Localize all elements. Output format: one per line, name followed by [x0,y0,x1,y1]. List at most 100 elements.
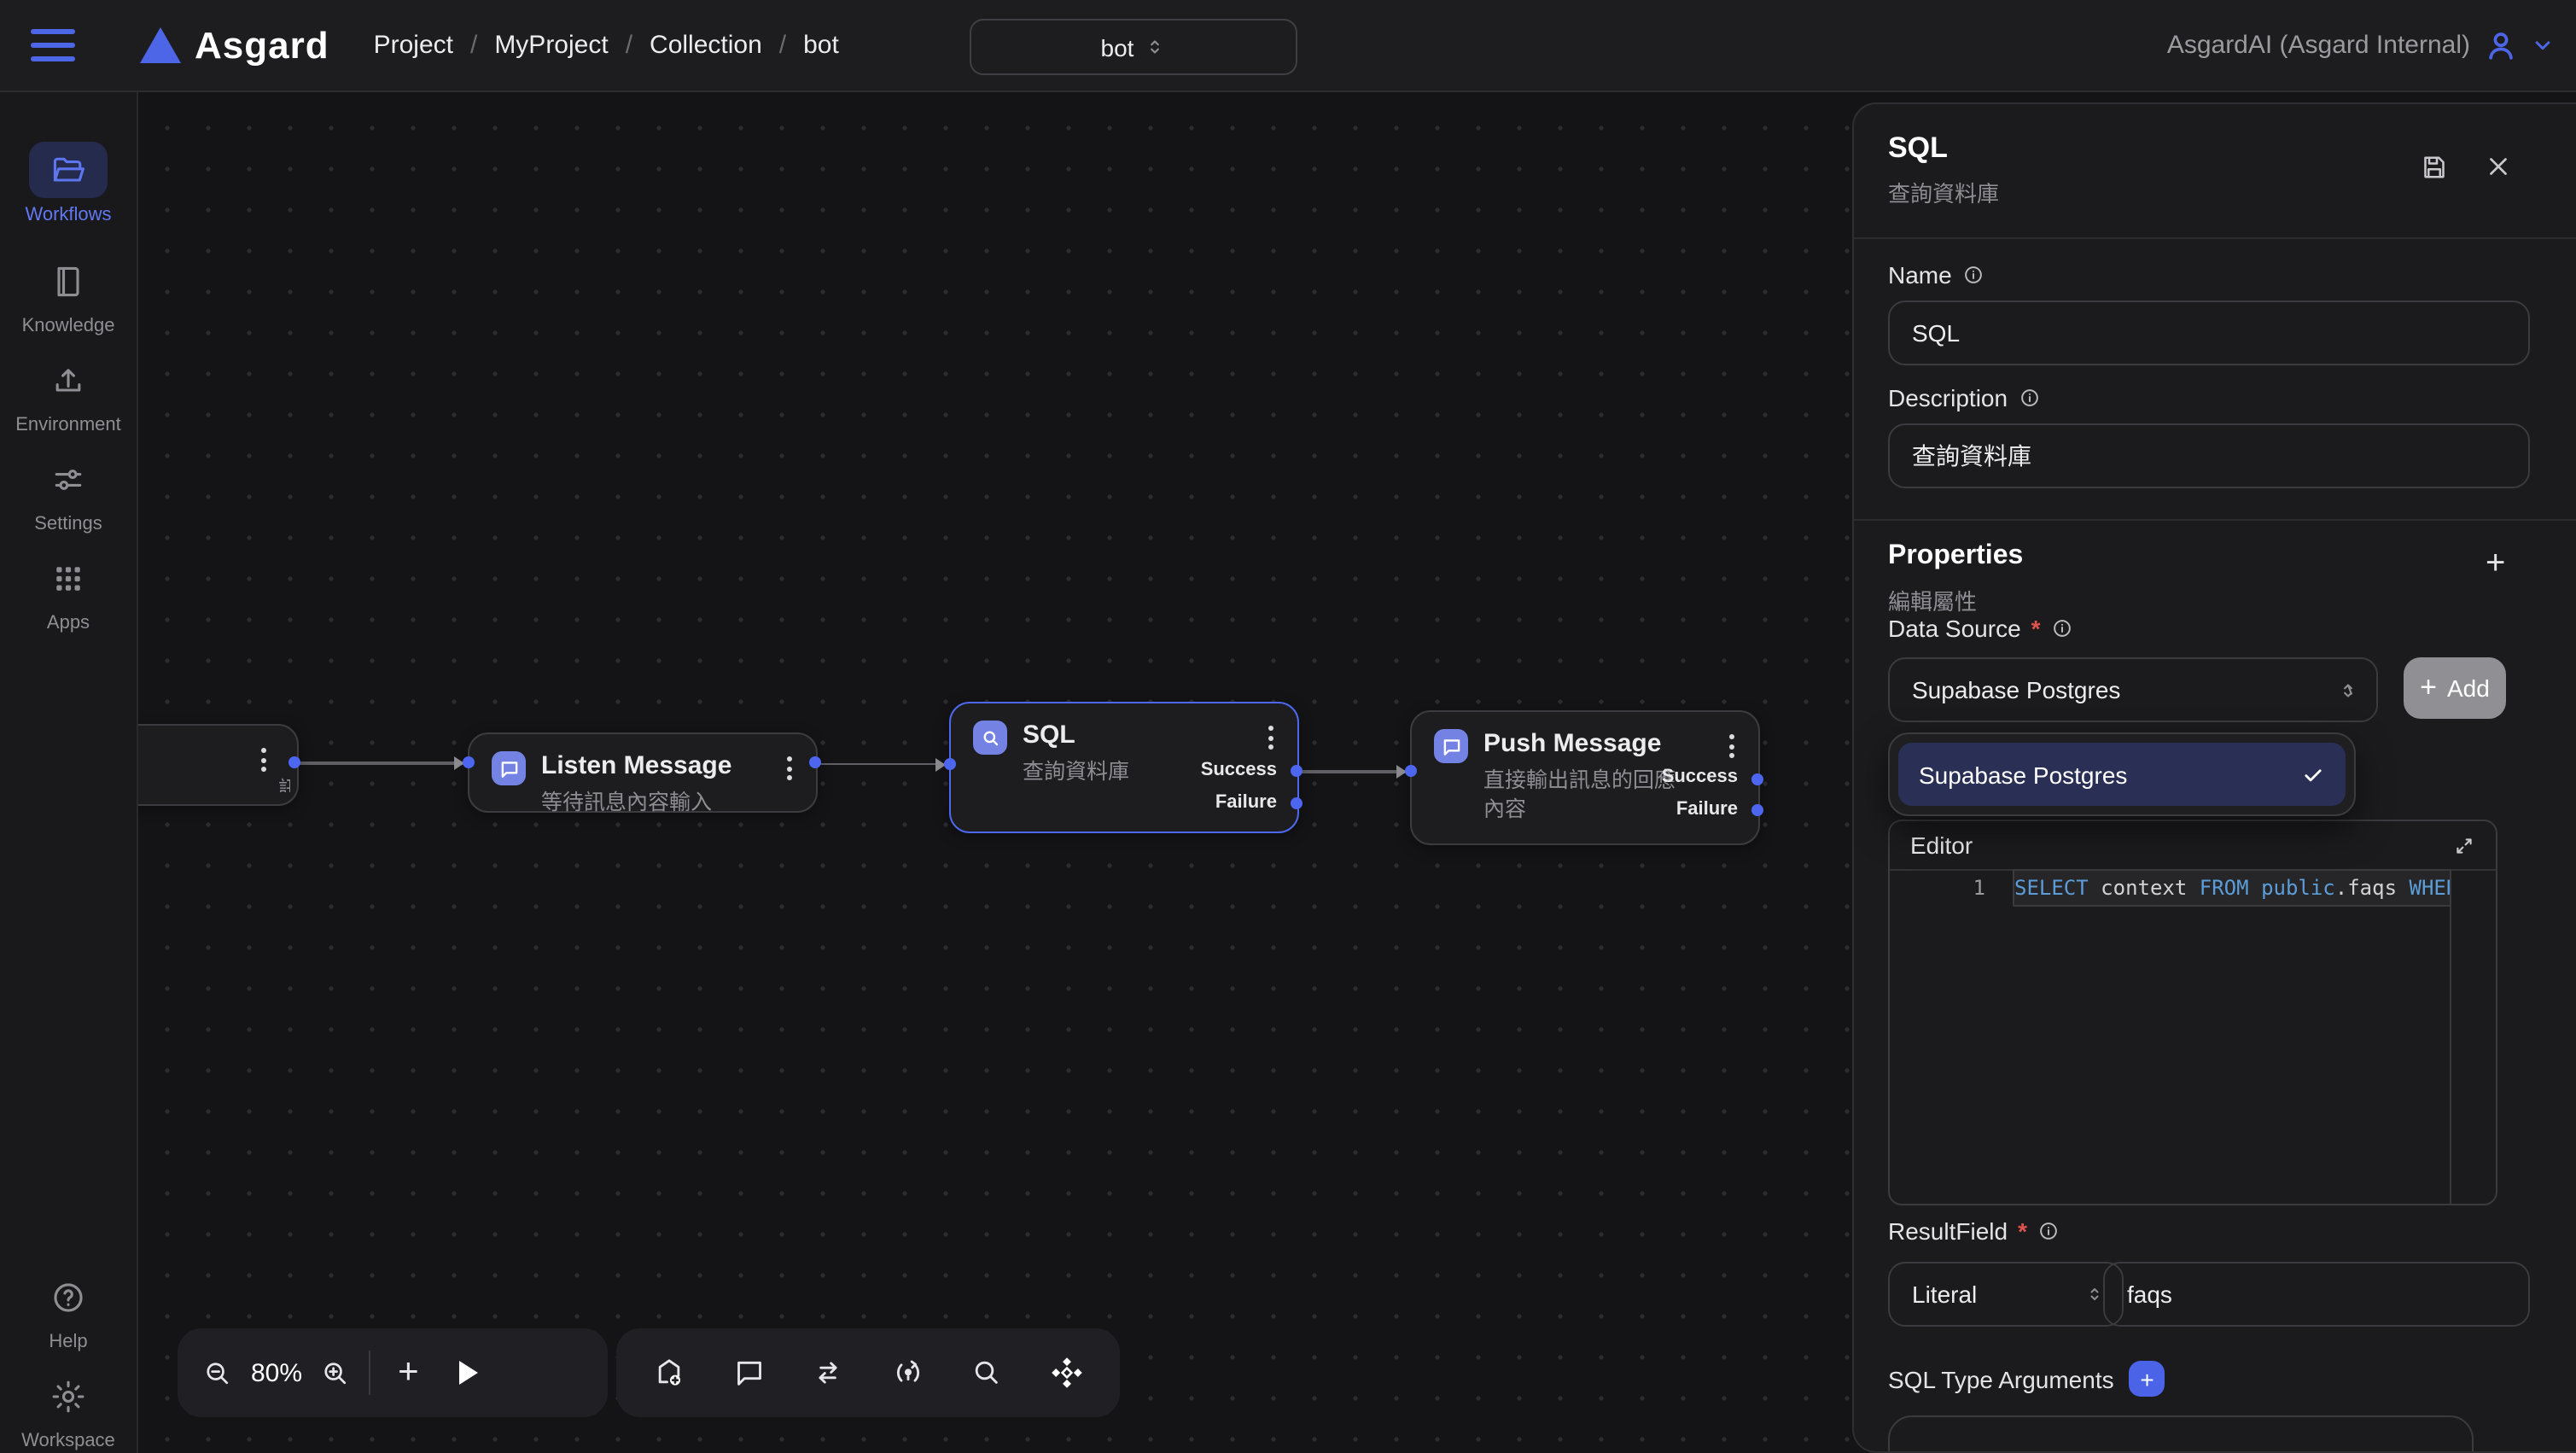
output-label-failure: Failure [1093,792,1277,813]
user-icon[interactable] [2482,26,2520,64]
sidebar-item-knowledge[interactable]: Knowledge [0,253,137,336]
hamburger-menu-icon[interactable] [31,29,75,61]
add-sql-type-argument-button[interactable]: + [2130,1361,2165,1397]
add-property-icon[interactable]: + [2486,545,2505,584]
output-port-failure[interactable] [1290,797,1302,809]
sidebar-item-help[interactable]: Help [0,1269,137,1352]
help-circle-icon [50,1278,87,1316]
edge-sql-to-push [1296,770,1410,773]
line-number: 1 [1890,876,2013,900]
data-source-dropdown: Supabase Postgres [1888,732,2356,816]
node-title: SQL [1023,721,1129,753]
sql-type-arguments-box [1888,1415,2474,1453]
result-field-input[interactable]: faqs [2103,1262,2530,1327]
output-label-success: Success [1553,767,1738,787]
toolbar-divider [369,1351,370,1395]
output-port[interactable] [808,756,820,768]
data-source-label-row: Data Source * [1888,615,2075,642]
info-icon[interactable] [2018,386,2042,410]
save-icon[interactable] [2419,152,2450,183]
chat-bubble-icon [492,751,526,785]
output-label-failure: Failure [1553,799,1738,820]
panel-subtitle: 查詢資料庫 [1888,176,1999,208]
play-icon[interactable] [460,1361,479,1385]
node-menu-icon[interactable] [784,751,796,785]
data-source-select[interactable]: Supabase Postgres [1888,657,2378,722]
description-label-row: Description [1888,384,2042,411]
plus-icon: + [2420,671,2437,705]
info-icon[interactable] [2037,1219,2061,1243]
move-fit-icon[interactable] [1050,1356,1084,1390]
add-icon[interactable]: + [388,1352,429,1393]
comment-icon[interactable] [732,1356,766,1390]
output-port-failure[interactable] [1751,804,1763,816]
chevron-down-icon[interactable] [2530,32,2556,58]
brand-name: Asgard [195,23,329,67]
breadcrumb-myproject[interactable]: MyProject [494,31,608,60]
zoom-level: 80% [251,1358,302,1387]
sidebar-item-settings[interactable]: Settings [0,451,137,534]
breadcrumb: Project / MyProject / Collection / bot [374,31,839,60]
zoom-out-icon[interactable] [201,1357,234,1389]
add-node-icon[interactable] [653,1356,687,1390]
zoom-in-icon[interactable] [319,1357,352,1389]
sidebar-item-environment[interactable]: Environment [0,352,137,435]
node-menu-icon[interactable] [1265,721,1277,755]
breadcrumb-collection[interactable]: Collection [650,31,762,60]
input-port[interactable] [1404,765,1416,777]
sidebar-item-workflows[interactable]: Workflows [0,142,137,225]
sidebar-item-apps[interactable]: Apps [0,550,137,633]
search-icon[interactable] [970,1356,1005,1390]
output-label-success: Success [1093,760,1277,780]
description-input[interactable]: 查詢資料庫 [1888,423,2530,488]
result-type-select[interactable]: Literal [1888,1262,2124,1327]
expand-icon[interactable] [2453,834,2475,856]
app-root: 訊 Listen Message 等待訊息內容輸入 [0,0,2576,1453]
breadcrumb-project[interactable]: Project [374,31,453,60]
magnifier-icon [973,721,1007,755]
close-icon[interactable] [2484,152,2513,181]
required-asterisk: * [2031,615,2041,642]
add-data-source-button[interactable]: + Add [2404,657,2506,719]
name-label-row: Name [1888,261,1986,289]
properties-subtitle: 編輯屬性 [1888,584,1977,616]
edge-listen-to-sql [814,762,949,765]
dropdown-option-supabase-postgres[interactable]: Supabase Postgres [1898,743,2346,806]
output-port-success[interactable] [1290,765,1302,777]
code-area[interactable]: 1 SELECT context FROM public.faqs WHERE … [1890,871,2496,1204]
breadcrumb-bot[interactable]: bot [803,31,839,60]
bulb-refresh-icon[interactable] [891,1356,925,1390]
editor-ruler [2450,871,2451,1204]
upload-icon [50,361,87,399]
node-partial[interactable]: 訊 [137,724,299,806]
info-icon[interactable] [2051,616,2075,640]
required-asterisk: * [2018,1217,2027,1245]
asgard-logo-icon [140,27,181,63]
sliders-icon [50,460,87,498]
input-port[interactable] [462,756,474,768]
swap-arrows-icon[interactable] [812,1356,846,1390]
code-line-1[interactable]: SELECT context FROM public.faqs WHERE id… [2013,869,2451,907]
sidebar: Workflows Knowledge Environment Settings… [0,90,138,1453]
sql-editor[interactable]: Editor 1 SELECT context FROM public.faqs… [1888,820,2497,1205]
properties-heading: Properties [1888,541,2023,572]
workflow-select[interactable]: bot [970,19,1297,75]
info-icon[interactable] [1962,263,1986,287]
top-bar: Asgard Project / MyProject / Collection … [0,0,2576,92]
sidebar-item-workspace[interactable]: Workspace [0,1368,137,1451]
node-listen-message[interactable]: Listen Message 等待訊息內容輸入 [468,732,818,813]
output-port-success[interactable] [1751,773,1763,785]
editor-header: Editor [1890,821,2496,871]
output-port[interactable] [288,756,300,767]
account-label: AsgardAI (Asgard Internal) [2167,0,2470,90]
zoom-toolbar: 80% + [178,1328,608,1417]
node-menu-icon[interactable] [258,743,270,777]
chat-bubble-icon [1434,729,1468,763]
node-subtitle: 等待訊息內容輸入 [541,789,731,818]
name-input[interactable]: SQL [1888,301,2530,365]
input-port[interactable] [943,758,955,770]
apps-grid-icon [50,559,87,597]
gear-icon [50,1377,87,1415]
edge-start-to-listen [295,762,468,764]
node-menu-icon[interactable] [1726,729,1738,763]
